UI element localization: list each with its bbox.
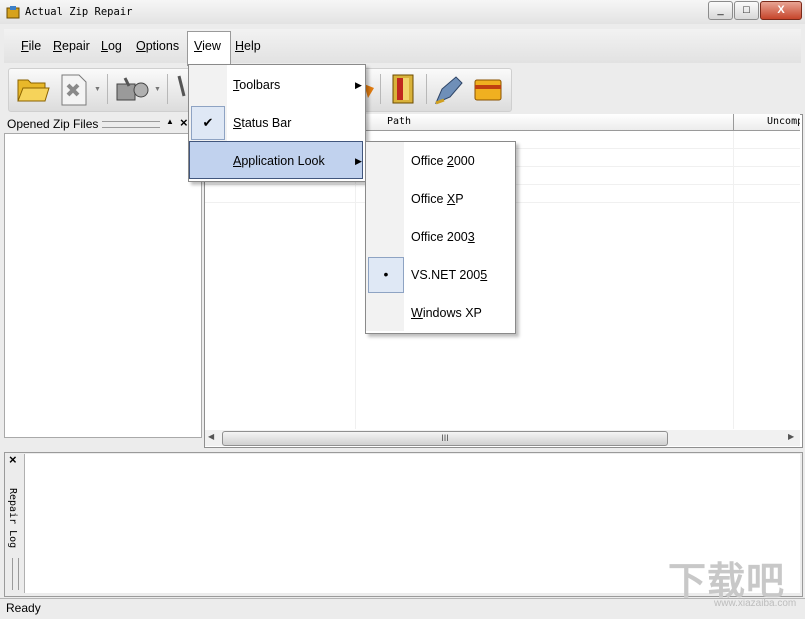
window-title: Actual Zip Repair [25,6,133,18]
look-vsnet-2005[interactable]: VS.NET 2005 [411,268,487,282]
look-menu-gutter [366,142,404,331]
look-windows-xp[interactable]: Windows XP [411,306,482,320]
book-icon[interactable] [388,72,420,108]
close-file-icon[interactable] [60,73,88,107]
menu-view[interactable]: View [194,39,221,53]
column-guide [733,131,734,429]
watermark-url: www.xiazaiba.com [714,598,797,609]
scroll-right-icon[interactable]: ▶ [788,432,794,441]
toolbar-separator [167,74,168,104]
status-text: Ready [6,601,41,615]
log-grip[interactable] [12,558,19,590]
menu-help[interactable]: Help [235,39,261,53]
column-divider[interactable] [733,114,734,130]
look-office-2003[interactable]: Office 2003 [411,230,475,244]
minimize-button[interactable]: _ [708,1,733,20]
log-close-icon[interactable]: × [9,452,17,467]
maximize-button[interactable]: □ [734,1,759,20]
view-menu-application-look[interactable]: Application Look [233,154,325,168]
tools-dropdown-arrow[interactable]: ▼ [154,86,161,93]
watermark-logo: 下载吧 [668,561,786,603]
card-icon[interactable] [472,74,504,106]
toolbar-separator [380,74,381,104]
radio-bullet-icon: • [368,257,404,293]
column-header-path[interactable]: Path [387,116,411,127]
brush-icon[interactable] [175,74,187,106]
submenu-arrow-icon: ▶ [355,156,362,166]
close-button[interactable]: X [760,1,802,20]
app-icon [6,5,20,19]
scroll-thumb[interactable]: III [222,431,668,446]
toolbar-separator [107,74,108,104]
column-header-uncomp[interactable]: Uncomp [767,116,800,127]
tools-icon[interactable] [115,74,151,106]
view-menu-status-bar[interactable]: Status Bar [233,116,291,130]
look-office-xp[interactable]: Office XP [411,192,464,206]
open-folder-icon[interactable] [15,72,51,106]
submenu-arrow-icon: ▶ [355,80,362,90]
toolbar-separator [426,74,427,104]
scroll-left-icon[interactable]: ◀ [208,432,214,441]
pane-grip[interactable] [102,121,160,128]
menu-options[interactable]: Options [136,39,179,53]
checkmark-icon: ✔ [191,106,225,140]
menu-log[interactable]: Log [101,39,122,53]
menu-file[interactable]: File [21,39,41,53]
opened-zip-files-pane[interactable] [4,114,202,438]
close-dropdown-arrow[interactable]: ▼ [94,86,101,93]
pin-icon[interactable]: ▲ [166,117,174,126]
left-pane-title: Opened Zip Files [7,117,99,131]
view-menu-toolbars[interactable]: Toolbars [233,78,280,92]
edit-pen-icon[interactable] [432,73,466,107]
menu-bar [4,29,801,63]
look-office-2000[interactable]: Office 2000 [411,154,475,168]
repair-log-tab[interactable]: Repair Log [7,488,18,548]
menu-repair[interactable]: Repair [53,39,90,53]
pane-close-icon[interactable]: × [180,115,188,130]
